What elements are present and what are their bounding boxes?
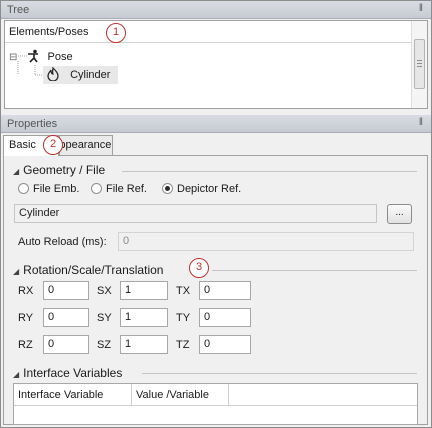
rx-label: RX [18, 285, 34, 297]
tree-node-cylinder[interactable]: Cylinder [43, 66, 119, 84]
radio-label: Depictor Ref. [177, 183, 242, 195]
tab-appearance[interactable]: Appearance [59, 135, 113, 155]
tree-panel-title: Tree [7, 4, 30, 16]
section-divider [122, 171, 417, 172]
sy-value: 1 [125, 311, 132, 323]
grid-header: Interface Variable Value /Variable [14, 384, 417, 406]
callout-3: 3 [189, 258, 209, 278]
auto-reload-field[interactable]: 0 [118, 232, 414, 251]
section-divider [212, 270, 417, 271]
browse-button[interactable]: ... [387, 204, 412, 224]
callout-1: 1 [106, 23, 126, 43]
sx-label: SX [97, 285, 112, 297]
grip-line [417, 66, 422, 67]
rx-input[interactable]: 0 [43, 281, 89, 300]
sz-value: 1 [125, 338, 132, 350]
ty-value: 0 [204, 311, 211, 323]
tree-node-label: Cylinder [70, 69, 111, 81]
scrollbar-thumb[interactable] [414, 39, 425, 89]
properties-panel-title: Properties [7, 118, 58, 130]
rx-value: 0 [48, 284, 55, 296]
auto-reload-value: 0 [123, 235, 130, 247]
interface-variables-grid[interactable]: Interface Variable Value /Variable [13, 383, 418, 425]
radio-button-selected[interactable] [162, 183, 173, 194]
ry-input[interactable]: 0 [43, 308, 89, 327]
tree-node-pose[interactable]: ⊟ Pose [9, 48, 73, 66]
pin-icon[interactable]: ‖ [419, 117, 423, 128]
collapse-triangle-icon: ◢ [13, 370, 20, 379]
rz-input[interactable]: 0 [43, 335, 89, 354]
sx-input[interactable]: 1 [120, 281, 168, 300]
tx-value: 0 [204, 284, 211, 296]
tree-node-label: Pose [47, 51, 73, 63]
radio-depictor-ref[interactable]: Depictor Ref. [162, 183, 241, 195]
geometry-section-title: Geometry / File [23, 163, 106, 177]
collapse-triangle-icon: ◢ [13, 267, 20, 276]
collapse-icon[interactable]: ⊟ [9, 52, 17, 63]
transform-section-header[interactable]: ◢ Rotation/Scale/Translation [13, 263, 163, 277]
flame-icon [47, 66, 59, 82]
ry-label: RY [18, 312, 34, 324]
callout-2: 2 [43, 135, 63, 155]
file-path-value: Cylinder [19, 207, 60, 219]
tree-view[interactable]: Elements/Poses ⊟ Pose Cylinder [4, 20, 428, 109]
sy-label: SY [97, 312, 112, 324]
rz-label: RZ [18, 339, 33, 351]
column-header-label: Interface Variable [18, 389, 104, 401]
sx-value: 1 [125, 284, 132, 296]
radio-button[interactable] [91, 183, 102, 194]
tz-input[interactable]: 0 [199, 335, 251, 354]
section-divider [142, 373, 417, 374]
properties-tabs: Basic Appearance [3, 135, 428, 156]
ry-value: 0 [48, 311, 55, 323]
transform-section-title: Rotation/Scale/Translation [23, 263, 164, 277]
sz-label: SZ [97, 339, 112, 351]
column-header-interface-variable[interactable]: Interface Variable [14, 384, 132, 406]
interface-section-title: Interface Variables [23, 366, 123, 380]
grip-line [417, 60, 422, 61]
radio-file-ref[interactable]: File Ref. [91, 183, 147, 195]
geometry-section-header[interactable]: ◢ Geometry / File [13, 163, 105, 177]
radio-label: File Emb. [33, 183, 80, 195]
tz-value: 0 [204, 338, 211, 350]
pose-figure-icon [28, 49, 39, 63]
radio-file-emb[interactable]: File Emb. [18, 183, 79, 195]
radio-label: File Ref. [106, 183, 147, 195]
tx-input[interactable]: 0 [199, 281, 251, 300]
pin-icon[interactable]: ‖ [419, 3, 423, 14]
tree-panel-header: Tree ‖ [1, 1, 431, 19]
grip-line [417, 63, 422, 64]
ty-label: TY [176, 312, 191, 324]
tab-label: Basic [9, 139, 36, 151]
auto-reload-label: Auto Reload (ms): [18, 236, 107, 248]
rz-value: 0 [48, 338, 55, 350]
tab-label: Appearance [60, 139, 112, 151]
column-header-label: Value /Variable [136, 389, 209, 401]
tx-label: TX [176, 285, 191, 297]
sy-input[interactable]: 1 [120, 308, 168, 327]
interface-section-header[interactable]: ◢ Interface Variables [13, 366, 122, 380]
properties-panel-header: Properties ‖ [1, 115, 431, 133]
column-header-value-variable[interactable]: Value /Variable [132, 384, 229, 406]
ty-input[interactable]: 0 [199, 308, 251, 327]
sz-input[interactable]: 1 [120, 335, 168, 354]
file-path-field[interactable]: Cylinder [14, 204, 377, 223]
browse-button-label: ... [395, 207, 404, 218]
radio-button[interactable] [18, 183, 29, 194]
tz-label: TZ [176, 339, 190, 351]
collapse-triangle-icon: ◢ [13, 167, 20, 176]
tree-scrollbar[interactable] [411, 21, 427, 108]
